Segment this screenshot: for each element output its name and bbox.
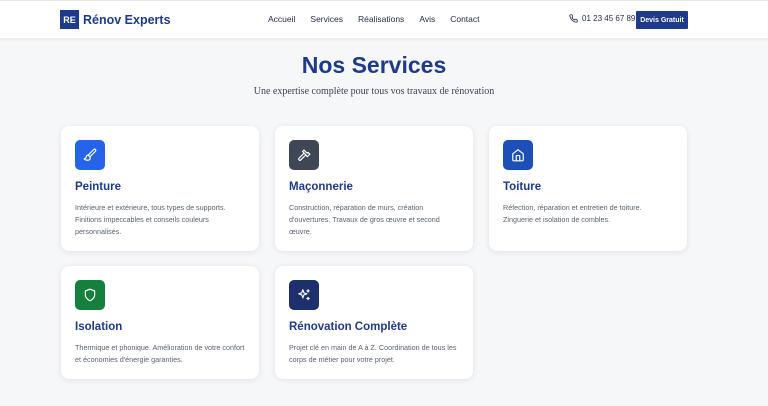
service-icon-box xyxy=(289,280,319,310)
service-description: Thermique et phonique. Amélioration de v… xyxy=(75,343,245,364)
service-description: Réfection, réparation et entretien de to… xyxy=(503,203,642,224)
logo-badge: RE xyxy=(60,10,79,29)
site-header: RE Rénov Experts Accueil Services Réalis… xyxy=(0,0,768,38)
service-icon-box xyxy=(75,140,105,170)
service-card-peinture[interactable]: Peinture Intérieure et extérieure, tous … xyxy=(61,126,259,251)
service-icon-box xyxy=(503,140,533,170)
free-quote-button[interactable]: Devis Gratuit xyxy=(636,11,688,29)
service-title: Maçonnerie xyxy=(289,181,353,193)
nav-services[interactable]: Services xyxy=(310,14,343,24)
service-title: Rénovation Complète xyxy=(289,321,408,333)
service-title: Toiture xyxy=(503,181,542,193)
service-icon-box xyxy=(75,280,105,310)
logo-text: Rénov Experts xyxy=(83,12,171,27)
service-description: Projet clé en main de A à Z. Coordinatio… xyxy=(289,343,457,364)
hammer-icon xyxy=(298,149,311,161)
service-title: Isolation xyxy=(75,321,123,333)
nav-contact[interactable]: Contact xyxy=(450,14,479,24)
service-card-toiture[interactable]: Toiture Réfection, réparation et entreti… xyxy=(489,126,687,251)
service-description: Construction, réparation de murs, créati… xyxy=(289,203,440,236)
nav-accueil[interactable]: Accueil xyxy=(268,14,295,24)
service-card-renovation-complete[interactable]: Rénovation Complète Projet clé en main d… xyxy=(275,266,473,379)
house-icon xyxy=(512,149,524,162)
logo[interactable]: RE Rénov Experts xyxy=(60,10,171,29)
section-title: Nos Services xyxy=(301,52,447,78)
phone-link[interactable]: 01 23 45 67 89 xyxy=(569,14,635,23)
nav-realisations[interactable]: Réalisations xyxy=(358,14,404,24)
paintbrush-icon xyxy=(83,148,97,161)
service-card-isolation[interactable]: Isolation Thermique et phonique. Amélior… xyxy=(61,266,259,379)
phone-number: 01 23 45 67 89 xyxy=(582,14,636,23)
nav-avis[interactable]: Avis xyxy=(419,14,435,24)
phone-icon xyxy=(569,14,578,23)
service-card-maconnerie[interactable]: Maçonnerie Construction, réparation de m… xyxy=(275,126,473,251)
section-subtitle: Une expertise complète pour tous vos tra… xyxy=(253,86,495,97)
service-title: Peinture xyxy=(75,181,122,193)
sparkles-icon xyxy=(298,289,310,301)
service-description: Intérieure et extérieure, tous types de … xyxy=(75,203,226,236)
shield-icon xyxy=(84,288,96,302)
main-nav: Accueil Services Réalisations Avis Conta… xyxy=(268,14,495,24)
service-icon-box xyxy=(289,140,319,170)
